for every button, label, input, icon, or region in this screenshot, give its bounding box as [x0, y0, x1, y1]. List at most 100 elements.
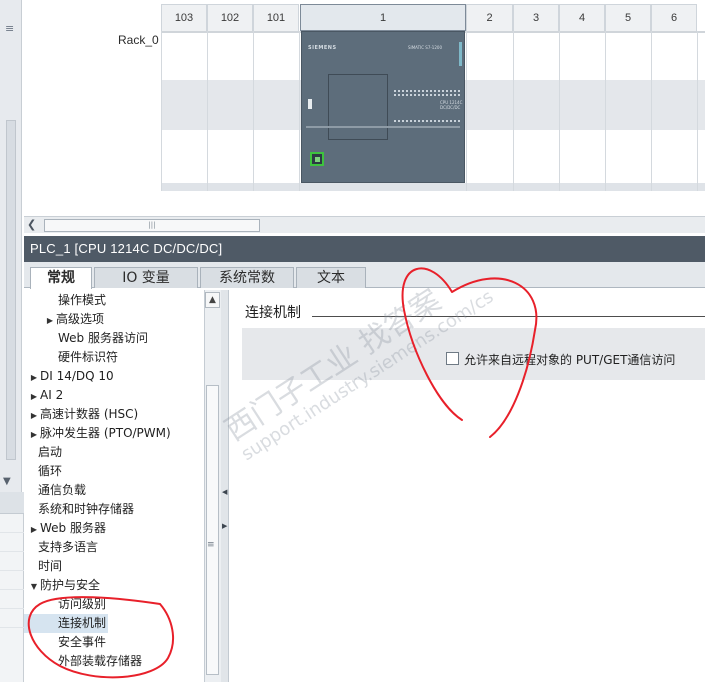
tree-item[interactable]: ▶ 脉冲发生器 (PTO/PWM)	[24, 424, 171, 443]
slot-header-101[interactable]: 101	[253, 4, 299, 31]
section-title: 连接机制	[245, 305, 301, 321]
tree-item-label: DI 14/DQ 10	[40, 369, 114, 383]
cpu-cover	[328, 74, 388, 140]
tree-item-label: AI 2	[40, 388, 64, 402]
properties-tabs: 常规 IO 变量 系统常数 文本	[24, 262, 705, 289]
tree-item[interactable]: 时间	[24, 557, 62, 576]
tree-scrollbar-thumb[interactable]	[206, 385, 219, 675]
collapsed-triangle-icon[interactable]: ▶	[28, 387, 40, 406]
tree-item-label: 时间	[38, 559, 63, 573]
slot-header-102[interactable]: 102	[207, 4, 253, 31]
collapsed-triangle-icon[interactable]: ▶	[28, 406, 40, 425]
tree-item-label: 系统和时钟存储器	[38, 502, 135, 516]
slot-divider	[299, 31, 300, 191]
tree-item-label: 高速计数器 (HSC)	[40, 407, 139, 421]
tree-item-label: 防护与安全	[40, 578, 101, 592]
tree-item-label: 通信负载	[38, 483, 87, 497]
scroll-left-icon[interactable]: ❮	[27, 218, 36, 231]
left-lower-row	[0, 609, 24, 628]
tab-texts[interactable]: 文本	[296, 267, 366, 288]
cpu-accent-strip	[459, 42, 462, 66]
tree-item[interactable]: 循环	[24, 462, 62, 481]
tab-system-constants[interactable]: 系统常数	[200, 267, 294, 288]
left-lower-row	[0, 533, 24, 552]
tab-general[interactable]: 常规	[30, 267, 92, 289]
put-get-checkbox-label[interactable]: 允许来自远程对象的 PUT/GET通信访问	[464, 351, 675, 368]
cpu-module[interactable]: SIEMENS SIMATIC S7-1200 CPU 1214C DC/DC/…	[301, 31, 465, 183]
slot-divider	[559, 31, 560, 191]
tree-item-label: 安全事件	[58, 635, 107, 649]
slot-header-103[interactable]: 103	[161, 4, 207, 31]
tree-item[interactable]: 访问级别	[24, 595, 106, 614]
collapse-left-icon[interactable]: ◀	[222, 488, 227, 496]
vertical-scrollbar[interactable]	[6, 120, 16, 460]
tree-item[interactable]: ▶ Web 服务器	[24, 519, 106, 538]
scrollbar-thumb[interactable]: |||	[44, 219, 260, 232]
scroll-up-icon[interactable]: ▲	[205, 292, 220, 308]
slot-header-4[interactable]: 4	[559, 4, 605, 31]
slot-header-6[interactable]: 6	[651, 4, 697, 31]
tree-item-label: 循环	[38, 464, 63, 478]
tree-item[interactable]: 安全事件	[24, 633, 106, 652]
rack-rail-bottom	[161, 183, 705, 191]
slot-divider	[466, 31, 467, 191]
tree-item[interactable]: ▶ 高速计数器 (HSC)	[24, 405, 138, 424]
tree-item-label: 高级选项	[56, 312, 105, 326]
cpu-status-leds	[308, 99, 312, 109]
tree-item-label: Web 服务器	[40, 521, 106, 535]
cpu-type-line2: DC/DC/DC	[440, 105, 461, 110]
tree-item[interactable]: 支持多语言	[24, 538, 98, 557]
slot-header-1[interactable]: 1	[300, 4, 466, 31]
left-lower-header	[0, 492, 24, 514]
left-lower-row	[0, 514, 24, 533]
tree-item[interactable]: 硬件标识符	[24, 348, 118, 367]
tree-item[interactable]: ▶ 高级选项	[24, 310, 104, 329]
collapsed-triangle-icon[interactable]: ▶	[44, 311, 56, 330]
tree-item[interactable]: ▶ AI 2	[24, 386, 63, 405]
put-get-checkbox[interactable]	[446, 352, 459, 365]
left-lower-row	[0, 590, 24, 609]
tree-item[interactable]: 连接机制	[24, 614, 108, 633]
tree-item[interactable]: 外部装载存储器	[24, 652, 142, 671]
project-tree-collapsed-strip[interactable]: ≡ ▼	[0, 0, 22, 492]
tree-item[interactable]: 启动	[24, 443, 62, 462]
tree-item[interactable]: ▶ DI 14/DQ 10	[24, 367, 114, 386]
tree-item-label: 启动	[38, 445, 63, 459]
tree-item[interactable]: Web 服务器访问	[24, 329, 148, 348]
slot-divider	[207, 31, 208, 191]
slot-divider	[253, 31, 254, 191]
horizontal-scrollbar[interactable]: ❮ |||	[24, 216, 705, 233]
tab-io-tags[interactable]: IO 变量	[94, 267, 198, 288]
collapsed-triangle-icon[interactable]: ▶	[28, 520, 40, 539]
scroll-down-icon[interactable]: ▼	[3, 476, 11, 487]
cpu-brand-label: SIEMENS	[308, 45, 337, 51]
tree-item-label: 支持多语言	[38, 540, 99, 554]
slot-header-2[interactable]: 2	[466, 4, 513, 31]
collapsed-triangle-icon[interactable]: ▶	[28, 425, 40, 444]
slot-divider	[513, 31, 514, 191]
tree-item[interactable]: ▼ 防护与安全	[24, 576, 100, 595]
tree-item[interactable]: 通信负载	[24, 481, 86, 500]
left-lower-row	[0, 571, 24, 590]
slot-divider	[651, 31, 652, 191]
tree-item-label: 硬件标识符	[58, 350, 119, 364]
slot-divider	[605, 31, 606, 191]
slot-header-5[interactable]: 5	[605, 4, 651, 31]
tree-item[interactable]: 操作模式	[24, 291, 106, 310]
slot-divider	[161, 31, 162, 191]
ethernet-port-icon[interactable]	[310, 152, 324, 166]
cpu-terminal-strip	[306, 126, 460, 128]
tree-item-label: Web 服务器访问	[58, 331, 148, 345]
cpu-io-leds-bottom	[394, 120, 460, 122]
left-lower-panel	[0, 492, 24, 682]
section-divider	[312, 316, 705, 317]
tree-item[interactable]: 系统和时钟存储器	[24, 500, 134, 519]
panel-splitter[interactable]: ◀ ▶	[221, 290, 229, 682]
expand-right-icon[interactable]: ▶	[222, 522, 227, 530]
expanded-triangle-icon[interactable]: ▼	[28, 577, 40, 596]
collapsed-triangle-icon[interactable]: ▶	[28, 368, 40, 387]
grip-icon: ≡	[207, 540, 215, 550]
device-view: Rack_0 103 102 101 1 2 3 4 5 6 SIEMENS S…	[0, 0, 705, 236]
tree-scrollbar[interactable]: ▲ ≡	[204, 290, 221, 682]
slot-header-3[interactable]: 3	[513, 4, 559, 31]
